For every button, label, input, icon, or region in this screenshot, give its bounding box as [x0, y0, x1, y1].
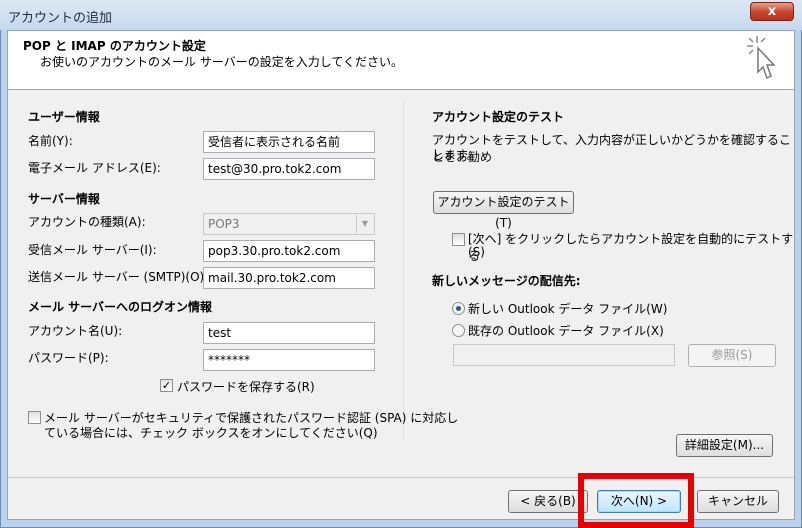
remember-password-checkbox[interactable]: ✓	[160, 379, 173, 392]
close-button[interactable]: x	[750, 2, 794, 21]
test-heading: アカウント設定のテスト	[432, 110, 565, 124]
password-field[interactable]: *******	[203, 349, 375, 371]
delivery-heading: 新しいメッセージの配信先:	[432, 274, 581, 288]
advanced-settings-button[interactable]: 詳細設定(M)...	[676, 434, 773, 457]
spa-checkbox[interactable]	[28, 411, 41, 424]
cursor-sparkle-icon	[747, 36, 776, 80]
title-bar	[0, 0, 802, 30]
account-type-select: POP3 ▼	[203, 213, 375, 235]
column-divider	[403, 100, 404, 440]
outgoing-server-field[interactable]: mail.30.pro.tok2.com	[203, 267, 375, 289]
back-button[interactable]: < 戻る(B)	[508, 490, 588, 513]
chevron-down-icon: ▼	[356, 215, 373, 233]
test-description-line1: アカウントをテストして、入力内容が正しいかどうかを確認することをお勧め	[432, 133, 792, 164]
account-type-label: アカウントの種類(A):	[28, 215, 146, 229]
auto-test-label-line1[interactable]: [次へ] をクリックしたらアカウント設定を自動的にテストする	[468, 230, 802, 264]
existing-data-file-label[interactable]: 既存の Outlook データ ファイル(X)	[468, 322, 664, 339]
remember-password-label[interactable]: パスワードを保存する(R)	[177, 378, 315, 395]
incoming-server-field[interactable]: pop3.30.pro.tok2.com	[203, 240, 375, 262]
email-field[interactable]: test@30.pro.tok2.com	[203, 158, 375, 180]
logon-heading: メール サーバーへのログオン情報	[28, 300, 213, 314]
close-icon: x	[767, 4, 777, 19]
existing-data-file-radio[interactable]	[452, 324, 465, 337]
window-title: アカウントの追加	[8, 11, 113, 26]
name-label: 名前(Y):	[28, 134, 73, 148]
user-info-heading: ユーザー情報	[28, 110, 100, 124]
header-subtitle: お使いのアカウントのメール サーバーの設定を入力してください。	[40, 55, 403, 69]
account-name-field[interactable]: test	[203, 322, 375, 344]
spa-label-line2[interactable]: ている場合には、チェック ボックスをオンにしてください(Q)	[44, 424, 378, 441]
password-label: パスワード(P):	[28, 351, 109, 365]
outgoing-server-label: 送信メール サーバー (SMTP)(O):	[28, 270, 209, 284]
server-info-heading: サーバー情報	[28, 192, 100, 206]
test-description-line2: します。	[432, 148, 479, 162]
auto-test-label-line2[interactable]: (S)	[468, 245, 485, 259]
cancel-button[interactable]: キャンセル	[697, 490, 779, 513]
auto-test-checkbox[interactable]	[452, 233, 465, 246]
header-title: POP と IMAP のアカウント設定	[23, 39, 206, 53]
incoming-server-label: 受信メール サーバー(I):	[28, 243, 157, 257]
account-name-label: アカウント名(U):	[28, 324, 123, 338]
browse-button: 参照(S)	[688, 344, 776, 367]
next-button-highlight	[578, 473, 694, 528]
test-account-button[interactable]: アカウント設定のテスト(T)	[433, 191, 574, 230]
name-field[interactable]: 受信者に表示される名前	[203, 131, 375, 153]
checkmark-icon: ✓	[161, 379, 172, 392]
account-type-value: POP3	[208, 217, 240, 231]
email-label: 電子メール アドレス(E):	[28, 161, 161, 175]
new-data-file-radio[interactable]	[452, 302, 465, 315]
new-data-file-label[interactable]: 新しい Outlook データ ファイル(W)	[468, 300, 667, 317]
existing-file-path-field	[453, 344, 675, 366]
